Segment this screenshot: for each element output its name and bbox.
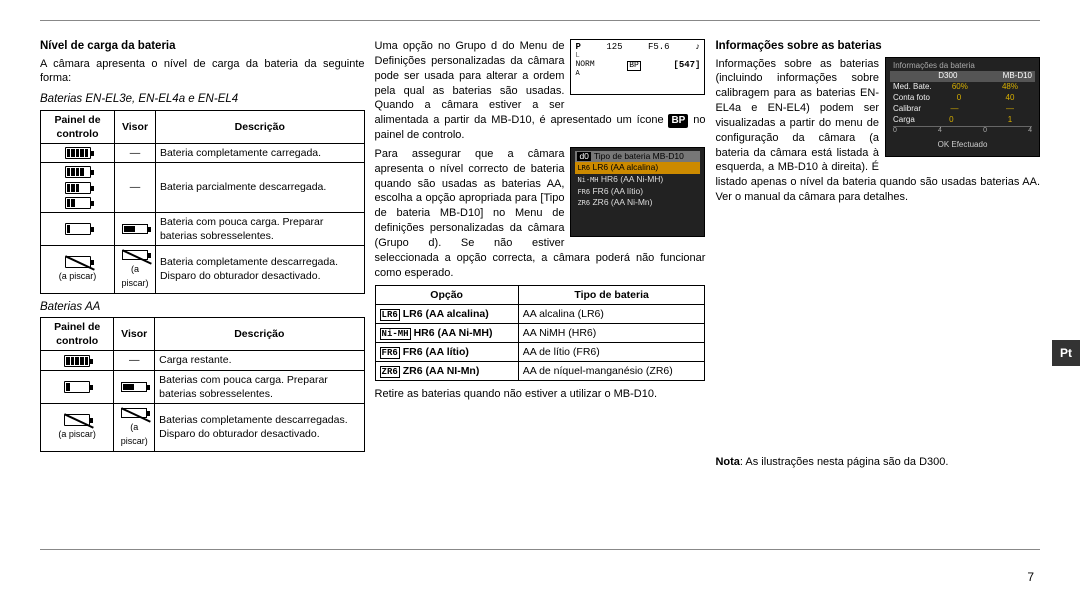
table-aa-batteries: Painel de controlo Visor Descrição — Car… (40, 317, 365, 451)
th-control-panel: Painel de controlo (41, 110, 115, 143)
table-row: FR6FR6 (AA lítio) AA de lítio (FR6) (375, 343, 705, 362)
battery-4bar-icon (65, 166, 91, 178)
blink-label: (a piscar) (58, 429, 96, 439)
viewfinder-low-icon (122, 224, 148, 234)
bp-icon: BP (668, 114, 688, 128)
dash-cell: — (114, 351, 155, 370)
th-viewfinder: Visor (114, 318, 155, 351)
table-row: (a piscar) (a piscar) Bateria completame… (41, 246, 365, 294)
battery-empty-blink-icon (65, 256, 91, 268)
menu-battery-type-illustration: d0Tipo de bateria MB-D10 LR6 LR6 (AA alc… (570, 147, 705, 237)
th-viewfinder: Visor (115, 110, 156, 143)
th-option: Opção (375, 285, 518, 304)
table-row: Baterias com pouca carga. Preparar bater… (41, 370, 365, 403)
lcd-panel-illustration: P125F5.6♪ L NORMBP[547] A (570, 39, 705, 95)
subhead-aa: Baterias AA (40, 300, 365, 316)
th-control-panel: Painel de controlo (41, 318, 114, 351)
desc-cell: Bateria com pouca carga. Preparar bateri… (155, 212, 364, 245)
manual-page: Nível de carga da bateria A câmara apres… (40, 20, 1040, 550)
desc-cell: Bateria completamente carregada. (155, 144, 364, 163)
table-row: — Carga restante. (41, 351, 365, 370)
table-enel-batteries: Painel de controlo Visor Descrição — Bat… (40, 110, 365, 294)
intro-text: A câmara apresenta o nível de carga da b… (40, 57, 365, 87)
blink-label: (a piscar) (59, 271, 97, 281)
battery-empty-blink-icon (64, 414, 90, 426)
blink-label: (a piscar) (121, 422, 148, 446)
language-tab: Pt (1052, 340, 1080, 366)
table-row: (a piscar) (a piscar) Baterias completam… (41, 403, 365, 451)
column-2: P125F5.6♪ L NORMBP[547] A Uma opção no G… (375, 39, 706, 539)
subhead-enel: Baterias EN-EL3e, EN-EL4a e EN-EL4 (40, 92, 365, 108)
battery-1bar-icon (65, 223, 91, 235)
table-row: Bateria com pouca carga. Preparar bateri… (41, 212, 365, 245)
blink-label: (a piscar) (121, 264, 148, 288)
column-1: Nível de carga da bateria A câmara apres… (40, 39, 365, 539)
table-row: LR6LR6 (AA alcalina) AA alcalina (LR6) (375, 304, 705, 323)
battery-2bar-icon (65, 197, 91, 209)
table-row: ZR6ZR6 (AA NI-Mn) AA de níquel-manganési… (375, 362, 705, 381)
note: Nota: As ilustrações nesta página são da… (715, 455, 1040, 470)
table-row: — Bateria completamente carregada. (41, 144, 365, 163)
desc-cell: Carga restante. (155, 351, 364, 370)
battery-3bar-icon (65, 182, 91, 194)
desc-cell: Baterias com pouca carga. Preparar bater… (155, 370, 364, 403)
battery-full-icon (65, 147, 91, 159)
th-description: Descrição (155, 318, 364, 351)
battery-info-screen-illustration: Informações da bateria D300MB-D10 Med. B… (885, 57, 1040, 157)
battery-1bar-icon (64, 381, 90, 393)
th-description: Descrição (155, 110, 364, 143)
column-3: Informações sobre as baterias Informaçõe… (715, 39, 1040, 539)
viewfinder-empty-blink-icon (121, 408, 147, 418)
page-number: 7 (1027, 569, 1034, 585)
viewfinder-low-icon (121, 382, 147, 392)
table-battery-types: Opção Tipo de bateria LR6LR6 (AA alcalin… (375, 285, 706, 382)
viewfinder-empty-blink-icon (122, 250, 148, 260)
heading-battery-level: Nível de carga da bateria (40, 39, 365, 55)
table-row: — Bateria parcialmente descarregada. (41, 163, 365, 213)
table-row: Ni-MHHR6 (AA Ni-MH) AA NiMH (HR6) (375, 323, 705, 342)
dash-cell: — (115, 144, 156, 163)
desc-cell: Baterias completamente descarregadas. Di… (155, 403, 364, 451)
desc-cell: Bateria completamente descarregada. Disp… (155, 246, 364, 294)
dash-cell: — (115, 163, 156, 213)
paragraph-remove: Retire as baterias quando não estiver a … (375, 387, 706, 402)
th-battery-type: Tipo de bateria (518, 285, 705, 304)
battery-full-icon (64, 355, 90, 367)
desc-cell: Bateria parcialmente descarregada. (155, 163, 364, 213)
heading-battery-info: Informações sobre as baterias (715, 39, 1040, 55)
